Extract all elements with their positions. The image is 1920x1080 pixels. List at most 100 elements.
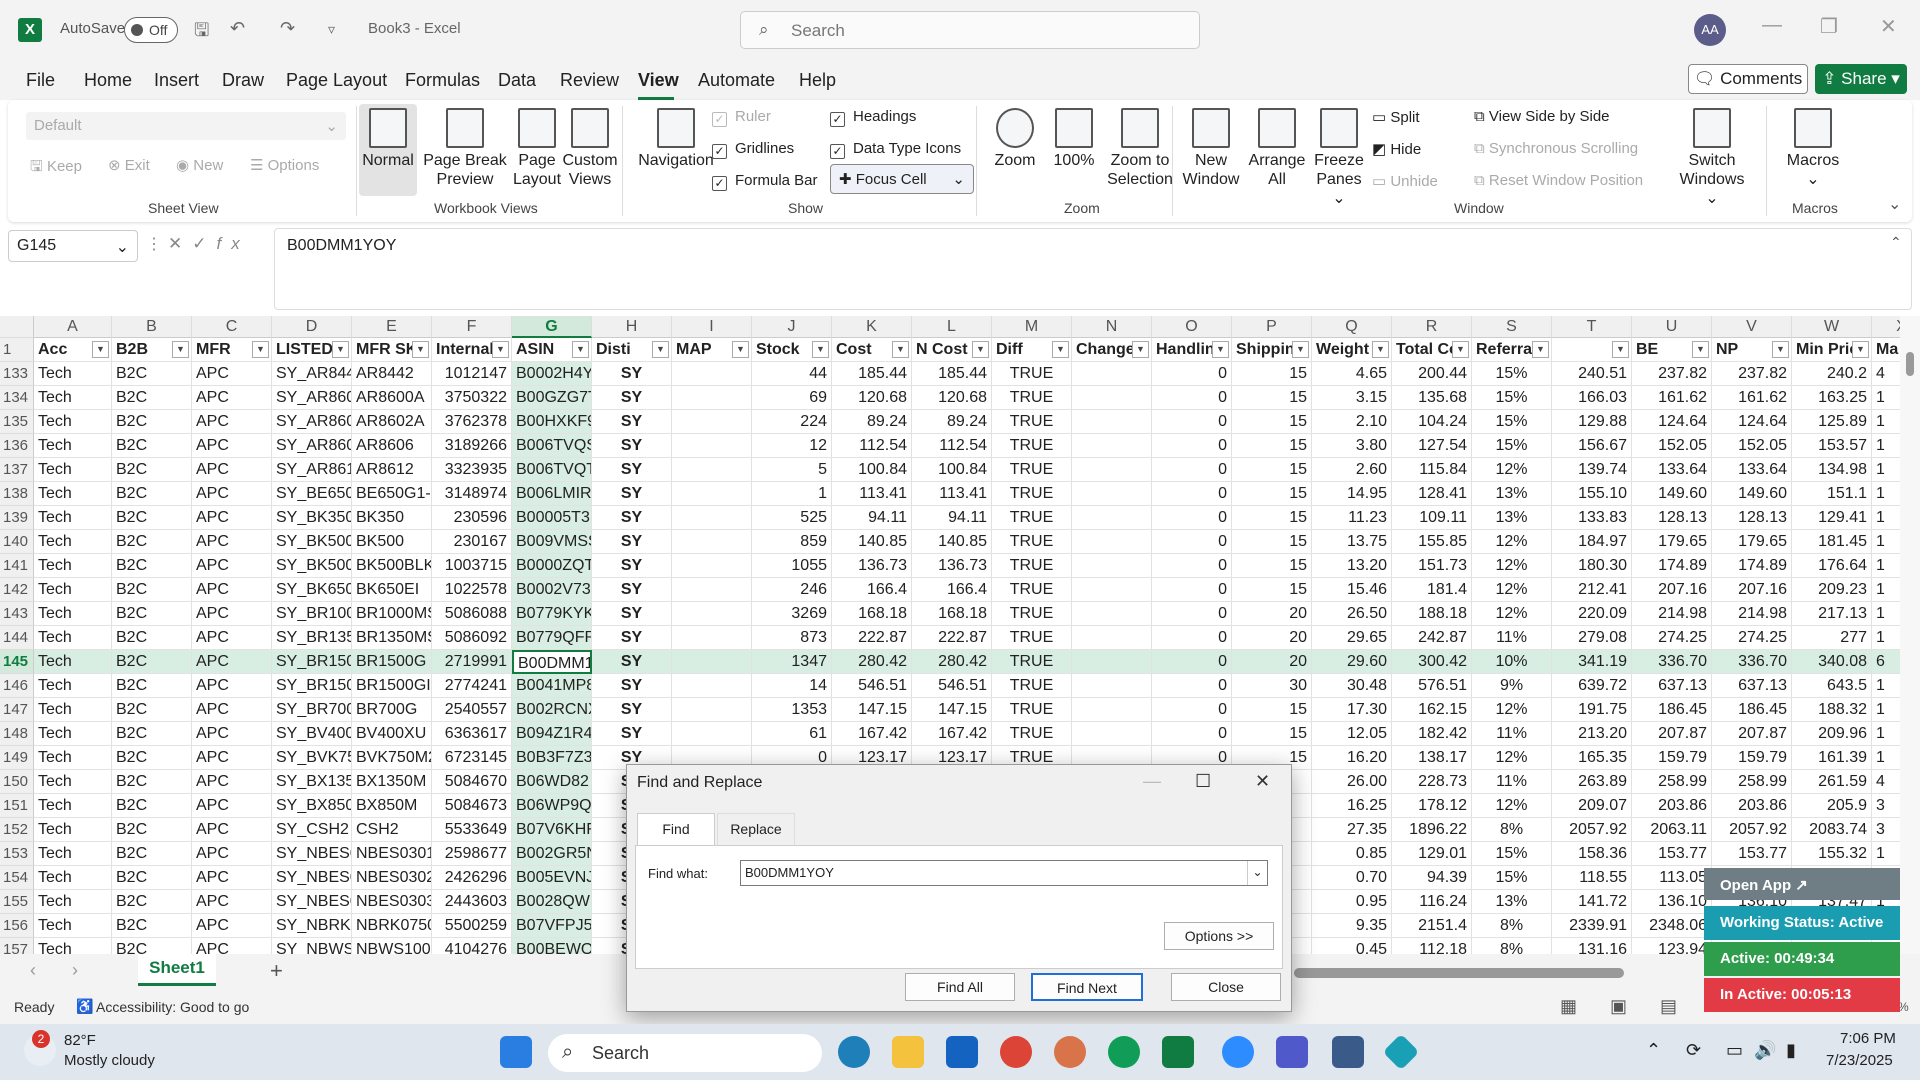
page-break-preview-button[interactable]: Page Break Preview	[418, 108, 512, 189]
table-cell[interactable]: TRUE	[992, 530, 1072, 554]
table-cell[interactable]: 230596	[432, 506, 512, 530]
custom-views-button[interactable]: Custom Views	[558, 108, 622, 189]
close-icon[interactable]: ✕	[1880, 14, 1897, 39]
table-cell[interactable]: 15	[1232, 530, 1312, 554]
table-cell[interactable]: 2443603	[432, 890, 512, 914]
table-cell[interactable]: 1	[1872, 746, 1900, 770]
table-cell[interactable]: 237.82	[1712, 362, 1792, 386]
table-cell[interactable]: 186.45	[1712, 698, 1792, 722]
table-cell[interactable]: Tech	[34, 554, 112, 578]
table-header-cell[interactable]: Ma	[1872, 338, 1900, 362]
filter-dropdown-icon[interactable]: ▼	[172, 341, 189, 358]
table-cell[interactable]: 12%	[1472, 530, 1552, 554]
menu-automate[interactable]: Automate	[698, 70, 775, 91]
options-toggle-button[interactable]: Options >>	[1164, 922, 1274, 950]
table-cell[interactable]: 2426296	[432, 866, 512, 890]
ruler-checkbox[interactable]: ✓ Ruler	[712, 108, 771, 127]
table-cell[interactable]: SY_BR150	[272, 650, 352, 674]
save-icon[interactable]: 🖫	[194, 18, 209, 48]
table-cell[interactable]: 1	[1872, 410, 1900, 434]
scroll-thumb[interactable]	[1906, 352, 1914, 376]
table-cell[interactable]: B0041MP8	[512, 674, 592, 698]
table-cell[interactable]: 207.16	[1712, 578, 1792, 602]
table-cell[interactable]: 1	[1872, 674, 1900, 698]
table-cell[interactable]: B2C	[112, 938, 192, 954]
table-cell[interactable]: APC	[192, 674, 272, 698]
table-cell[interactable]: TRUE	[992, 554, 1072, 578]
table-cell[interactable]: 134.98	[1792, 458, 1872, 482]
macros-button[interactable]: Macros ⌄	[1776, 108, 1850, 189]
table-cell[interactable]: 1055	[752, 554, 832, 578]
table-cell[interactable]: B002GR5N	[512, 842, 592, 866]
table-cell[interactable]: Tech	[34, 434, 112, 458]
table-cell[interactable]: 2774241	[432, 674, 512, 698]
table-cell[interactable]: 153.57	[1792, 434, 1872, 458]
table-cell[interactable]: 0.95	[1312, 890, 1392, 914]
table-cell[interactable]: 12%	[1472, 458, 1552, 482]
options-button[interactable]: ☰ Options	[250, 156, 319, 174]
table-cell[interactable]: 113.41	[912, 482, 992, 506]
row-header[interactable]: 142	[0, 578, 34, 602]
table-header-cell[interactable]: Internal ▼	[432, 338, 512, 362]
table-cell[interactable]	[1072, 626, 1152, 650]
table-cell[interactable]: 147.15	[832, 698, 912, 722]
table-cell[interactable]: 115.84	[1392, 458, 1472, 482]
freeze-panes-button[interactable]: Freeze Panes ⌄	[1310, 108, 1368, 208]
table-cell[interactable]: SY_BVK75	[272, 746, 352, 770]
table-cell[interactable]	[672, 506, 752, 530]
table-cell[interactable]: 6723145	[432, 746, 512, 770]
table-cell[interactable]: 1003715	[432, 554, 512, 578]
table-cell[interactable]: BR1000MS	[352, 602, 432, 626]
table-cell[interactable]: B0000ZQT	[512, 554, 592, 578]
row-header[interactable]: 136	[0, 434, 34, 458]
table-header-cell[interactable]: Weight ▼	[1312, 338, 1392, 362]
edge-icon[interactable]	[838, 1036, 870, 1068]
table-cell[interactable]	[1072, 578, 1152, 602]
table-cell[interactable]: AR8602A	[352, 410, 432, 434]
chrome-profile-icon[interactable]	[1054, 1036, 1086, 1068]
table-cell[interactable]: 5084670	[432, 770, 512, 794]
column-header[interactable]: H	[592, 316, 672, 338]
table-cell[interactable]: APC	[192, 434, 272, 458]
table-cell[interactable]: NBES0303	[352, 890, 432, 914]
table-cell[interactable]: 129.88	[1552, 410, 1632, 434]
table-cell[interactable]: 139.74	[1552, 458, 1632, 482]
table-cell[interactable]: 15	[1232, 506, 1312, 530]
table-cell[interactable]: B2C	[112, 698, 192, 722]
table-cell[interactable]: 0	[1152, 578, 1232, 602]
table-cell[interactable]: 4	[1872, 770, 1900, 794]
filter-dropdown-icon[interactable]: ▼	[1132, 341, 1149, 358]
table-cell[interactable]: 136.10	[1632, 890, 1712, 914]
table-cell[interactable]: SY_BK350	[272, 506, 352, 530]
table-cell[interactable]: Tech	[34, 626, 112, 650]
table-cell[interactable]: 274.25	[1632, 626, 1712, 650]
table-cell[interactable]: 2719991	[432, 650, 512, 674]
table-cell[interactable]: 274.25	[1712, 626, 1792, 650]
table-cell[interactable]: 1	[1872, 842, 1900, 866]
table-cell[interactable]: BR1500GI	[352, 674, 432, 698]
zoom-button[interactable]: Zoom	[984, 108, 1046, 170]
table-cell[interactable]: 138.17	[1392, 746, 1472, 770]
table-cell[interactable]: SY	[592, 410, 672, 434]
table-cell[interactable]	[672, 578, 752, 602]
column-header[interactable]: E	[352, 316, 432, 338]
table-cell[interactable]: 2151.4	[1392, 914, 1472, 938]
find-next-button[interactable]: Find Next	[1031, 973, 1143, 1001]
table-cell[interactable]	[672, 530, 752, 554]
normal-view-status-icon[interactable]: ▦	[1560, 996, 1577, 1017]
table-cell[interactable]: 3.80	[1312, 434, 1392, 458]
table-cell[interactable]: 1	[752, 482, 832, 506]
row-header[interactable]: 143	[0, 602, 34, 626]
column-header[interactable]: G	[512, 316, 592, 338]
table-cell[interactable]: BE650G1-I	[352, 482, 432, 506]
select-all-corner[interactable]	[0, 316, 34, 338]
table-cell[interactable]: 1022578	[432, 578, 512, 602]
table-cell[interactable]: BR1350MS	[352, 626, 432, 650]
table-cell[interactable]: 214.98	[1712, 602, 1792, 626]
table-cell[interactable]: SY	[592, 386, 672, 410]
table-cell[interactable]: 20	[1232, 626, 1312, 650]
table-cell[interactable]: Tech	[34, 746, 112, 770]
clock-time[interactable]: 7:06 PM	[1840, 1030, 1896, 1047]
table-cell[interactable]: 4.65	[1312, 362, 1392, 386]
table-cell[interactable]: 637.13	[1712, 674, 1792, 698]
